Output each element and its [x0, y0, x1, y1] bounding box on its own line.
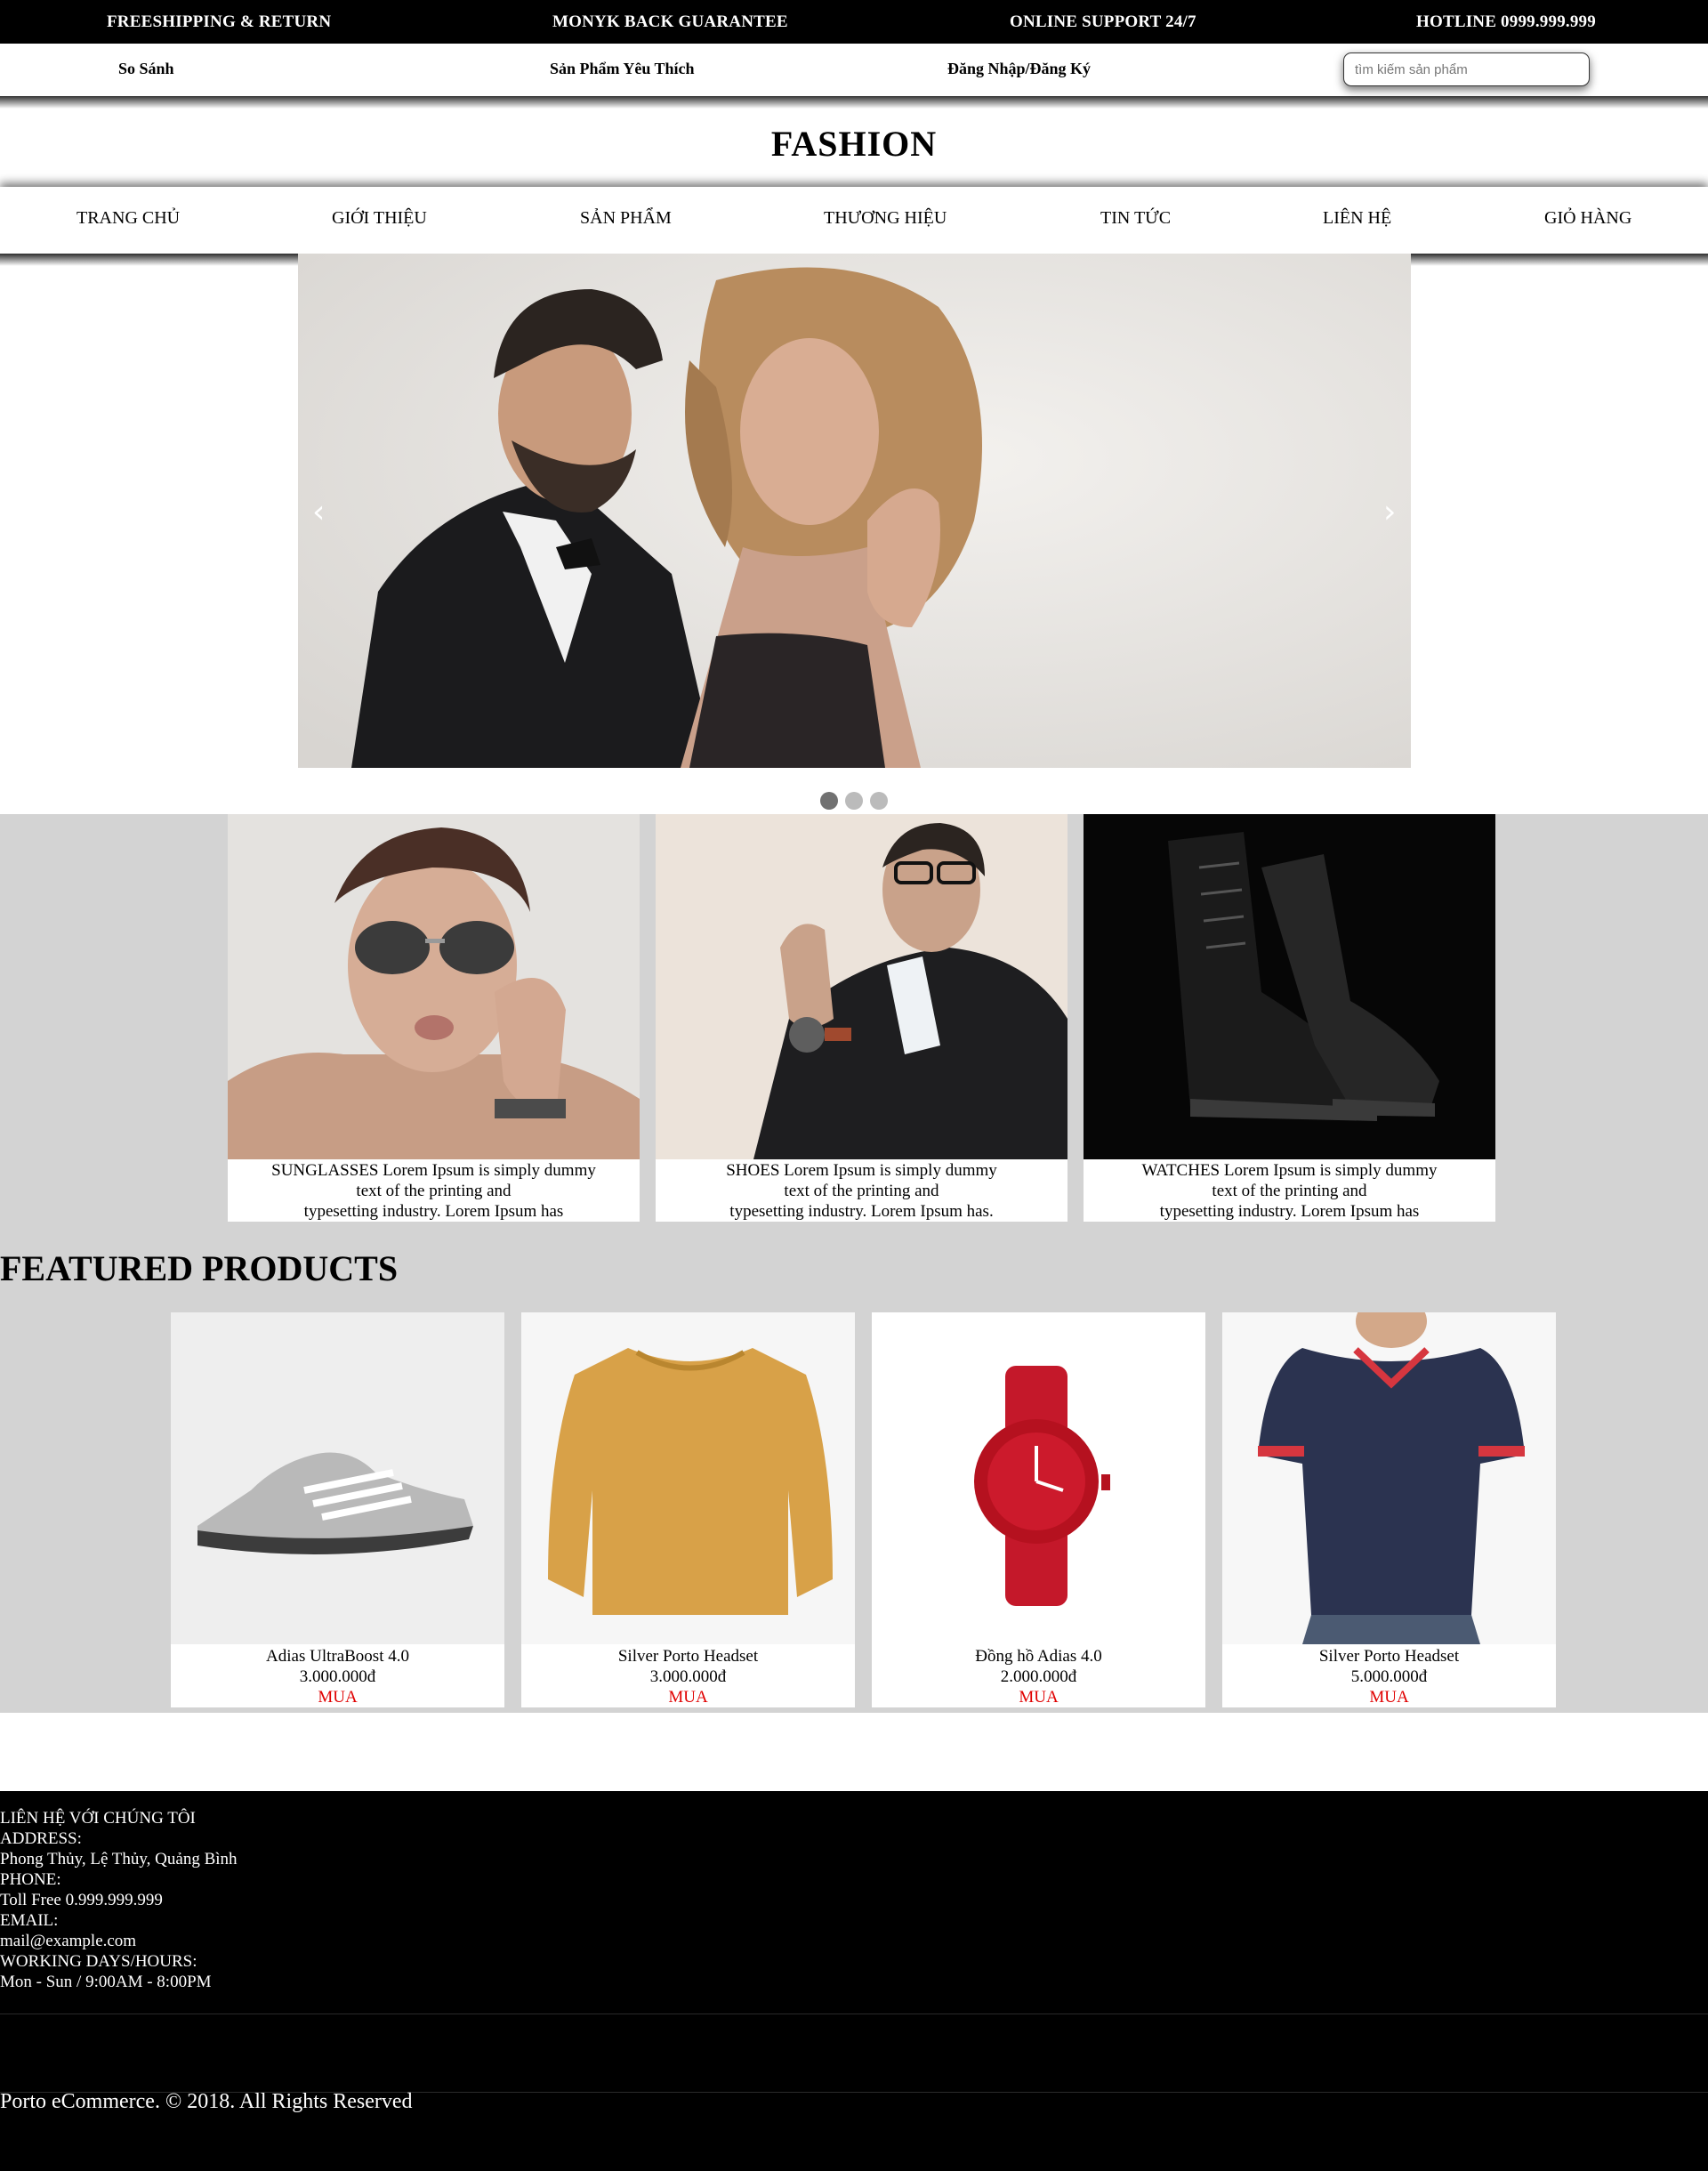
copyright-text: Porto eCommerce. © 2018. All Rights Rese…: [0, 2090, 413, 2113]
category-caption: SHOES Lorem Ipsum is simply dummy text o…: [726, 1161, 997, 1221]
product-card[interactable]: Silver Porto Headset 5.000.000đ MUA: [1222, 1312, 1556, 1707]
content-section: SUNGLASSES Lorem Ipsum is simply dummy t…: [0, 814, 1708, 1713]
site-logo[interactable]: FASHION: [0, 123, 1708, 165]
sunglasses-image: [228, 814, 640, 1159]
slider-dots: [0, 792, 1708, 810]
slider-dot-1[interactable]: [820, 792, 838, 810]
tshirt-image: [1222, 1312, 1556, 1644]
product-name[interactable]: Đồng hồ Adias 4.0: [872, 1646, 1205, 1667]
red-watch-image: [872, 1312, 1205, 1644]
login-register-link[interactable]: Đăng Nhập/Đăng Ký: [947, 60, 1091, 78]
buy-button[interactable]: MUA: [171, 1687, 504, 1707]
buy-button[interactable]: MUA: [521, 1687, 855, 1707]
hours-value: Mon - Sun / 9:00AM - 8:00PM: [0, 1973, 212, 1991]
address-label: ADDRESS:: [0, 1829, 82, 1848]
product-price: 5.000.000đ: [1350, 1667, 1428, 1686]
product-info: Silver Porto Headset 3.000.000đ MUA: [521, 1646, 855, 1707]
category-caption: SUNGLASSES Lorem Ipsum is simply dummy t…: [271, 1161, 596, 1221]
product-info: Silver Porto Headset 5.000.000đ MUA: [1222, 1646, 1556, 1707]
footer-heading: LIÊN HỆ VỚI CHÚNG TÔI: [0, 1809, 196, 1828]
product-price: 3.000.000đ: [299, 1667, 376, 1686]
category-caption: WATCHES Lorem Ipsum is simply dummy text…: [1141, 1161, 1438, 1221]
nav-cart[interactable]: GIỎ HÀNG: [1544, 208, 1631, 229]
utility-bar: So Sánh Sản Phẩm Yêu Thích Đăng Nhập/Đăn…: [0, 44, 1708, 96]
product-price: 2.000.000đ: [1000, 1667, 1077, 1686]
product-info: Đồng hồ Adias 4.0 2.000.000đ MUA: [872, 1646, 1205, 1707]
nav-about[interactable]: GIỚI THIỆU: [332, 208, 427, 229]
slider-dot-2[interactable]: [845, 792, 863, 810]
nav-products[interactable]: SẢN PHẨM: [580, 208, 672, 229]
category-card-shoes[interactable]: SHOES Lorem Ipsum is simply dummy text o…: [656, 814, 1068, 1222]
boots-image: [1084, 814, 1495, 1159]
top-info-bar: FREESHIPPING & RETURN MONYK BACK GUARANT…: [0, 0, 1708, 44]
buy-button[interactable]: MUA: [1222, 1687, 1556, 1707]
hotline-text: HOTLINE 0999.999.999: [1416, 12, 1596, 31]
product-name[interactable]: Adias UltraBoost 4.0: [171, 1646, 504, 1667]
slider-next-arrow[interactable]: ›: [1383, 494, 1396, 530]
product-name[interactable]: Silver Porto Headset: [1222, 1646, 1556, 1667]
header-divider: [0, 96, 1708, 109]
product-card[interactable]: Adias UltraBoost 4.0 3.000.000đ MUA: [171, 1312, 504, 1707]
product-info: Adias UltraBoost 4.0 3.000.000đ MUA: [171, 1646, 504, 1707]
hours-label: WORKING DAYS/HOURS:: [0, 1952, 197, 1971]
compare-link[interactable]: So Sánh: [118, 60, 174, 78]
category-card-sunglasses[interactable]: SUNGLASSES Lorem Ipsum is simply dummy t…: [228, 814, 640, 1222]
category-card-watches[interactable]: WATCHES Lorem Ipsum is simply dummy text…: [1084, 814, 1495, 1222]
product-card[interactable]: Silver Porto Headset 3.000.000đ MUA: [521, 1312, 855, 1707]
product-name[interactable]: Silver Porto Headset: [521, 1646, 855, 1667]
money-back-text: MONYK BACK GUARANTEE: [552, 12, 788, 31]
nav-contact[interactable]: LIÊN HỆ: [1323, 208, 1391, 229]
sweater-image: [521, 1312, 855, 1644]
nav-news[interactable]: TIN TỨC: [1100, 208, 1171, 229]
slider-dot-3[interactable]: [870, 792, 888, 810]
phone-value[interactable]: Toll Free 0.999.999.999: [0, 1890, 238, 1910]
hero-couple-image: [298, 254, 1411, 768]
site-footer: LIÊN HỆ VỚI CHÚNG TÔI ADDRESS: Phong Thủ…: [0, 1791, 1708, 2171]
nav-home[interactable]: TRANG CHỦ: [77, 208, 180, 229]
sneaker-image: [171, 1312, 504, 1644]
product-price: 3.000.000đ: [649, 1667, 727, 1686]
email-value[interactable]: mail@example.com: [0, 1931, 238, 1951]
footer-contact-block: LIÊN HỆ VỚI CHÚNG TÔI ADDRESS: Phong Thủ…: [0, 1808, 238, 1992]
slider-prev-arrow[interactable]: ‹: [312, 494, 325, 530]
search-input[interactable]: [1343, 52, 1590, 86]
featured-products-heading: FEATURED PRODUCTS: [0, 1248, 399, 1288]
main-nav: TRANG CHỦ GIỚI THIỆU SẢN PHẨM THƯƠNG HIỆ…: [0, 187, 1708, 254]
buy-button[interactable]: MUA: [872, 1687, 1205, 1707]
email-label: EMAIL:: [0, 1911, 59, 1930]
address-value: Phong Thủy, Lệ Thủy, Quảng Bình: [0, 1850, 238, 1868]
hero-slider[interactable]: ‹ ›: [298, 254, 1411, 768]
product-card[interactable]: Đồng hồ Adias 4.0 2.000.000đ MUA: [872, 1312, 1205, 1707]
favorites-link[interactable]: Sản Phẩm Yêu Thích: [550, 60, 695, 78]
nav-brands[interactable]: THƯƠNG HIỆU: [824, 208, 947, 229]
free-shipping-text: FREESHIPPING & RETURN: [107, 12, 332, 31]
online-support-text: ONLINE SUPPORT 24/7: [1010, 12, 1196, 31]
watch-man-image: [656, 814, 1068, 1159]
phone-label: PHONE:: [0, 1870, 61, 1889]
